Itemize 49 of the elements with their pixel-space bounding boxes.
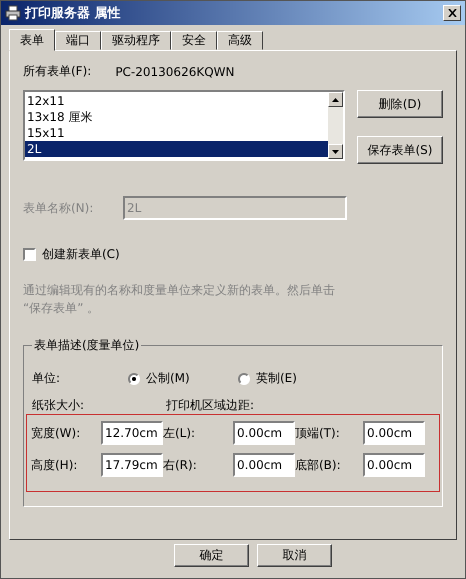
paper-size-label: 纸张大小: — [32, 397, 86, 414]
list-item[interactable]: 13x18 厘米 — [25, 109, 328, 125]
tab[interactable]: 安全 — [171, 31, 217, 50]
tab[interactable]: 端口 — [55, 31, 101, 50]
dimension-field[interactable]: 0.00cm — [363, 421, 425, 445]
delete-button[interactable]: 删除(D) — [357, 90, 443, 118]
close-button[interactable] — [443, 5, 461, 21]
close-icon — [448, 9, 456, 17]
ok-button[interactable]: 确定 — [174, 544, 249, 567]
unit-option: 公制(M) — [146, 370, 190, 387]
list-item[interactable]: 15x11 — [25, 125, 328, 141]
dimension-label: 右(R): — [163, 456, 198, 474]
scroll-up-button[interactable] — [328, 92, 343, 107]
dimension-label: 底部(B): — [295, 456, 342, 474]
tab[interactable]: 高级 — [217, 31, 263, 50]
dimension-label: 左(L): — [163, 424, 196, 442]
list-item[interactable]: 12x11 — [25, 93, 328, 109]
save-form-button[interactable]: 保存表单(S) — [357, 136, 443, 164]
forms-list[interactable]: 12x11 13x18 厘米 15x11 2L — [23, 90, 345, 161]
scrollbar[interactable] — [328, 92, 343, 159]
list-item[interactable]: 2L — [25, 141, 328, 157]
dimension-field[interactable]: 0.00cm — [233, 421, 295, 445]
hint-text: 通过编辑现有的名称和度量单位来定义新的表单。然后单击 “保存表单” 。 — [23, 282, 336, 317]
tab[interactable]: 驱动程序 — [101, 31, 171, 50]
dimension-field[interactable]: 12.70cm — [101, 421, 163, 445]
create-new-checkbox[interactable] — [23, 248, 36, 261]
down-arrow-icon — [332, 150, 339, 154]
dimension-field[interactable]: 17.79cm — [101, 453, 163, 477]
dimension-label: 高度(H): — [31, 456, 78, 474]
group-title: 表单描述(度量单位) — [33, 337, 140, 354]
up-arrow-icon — [332, 98, 339, 102]
unit-option: 英制(E) — [256, 370, 297, 387]
dimension-label: 宽度(W): — [31, 424, 82, 442]
dimension-field[interactable]: 0.00cm — [233, 453, 295, 477]
unit-label: 单位: — [32, 370, 62, 387]
forms-label: 所有表单(F): — [23, 63, 92, 80]
server-name: PC-20130626KQWN — [115, 64, 234, 78]
printer-margin-label: 打印机区域边距: — [166, 397, 254, 414]
radio-button[interactable] — [128, 372, 140, 384]
radio-button[interactable] — [238, 372, 250, 384]
dimension-label: 顶端(T): — [295, 424, 341, 442]
cancel-button[interactable]: 取消 — [257, 544, 332, 567]
window-title: 打印服务器 属性 — [25, 5, 122, 22]
create-new-label: 创建新表单(C) — [42, 246, 120, 263]
printer-icon — [5, 5, 21, 21]
dimension-field[interactable]: 0.00cm — [363, 453, 425, 477]
form-name-label: 表单名称(N): — [23, 200, 94, 216]
scroll-down-button[interactable] — [328, 144, 343, 159]
tab[interactable]: 表单 — [9, 29, 55, 51]
